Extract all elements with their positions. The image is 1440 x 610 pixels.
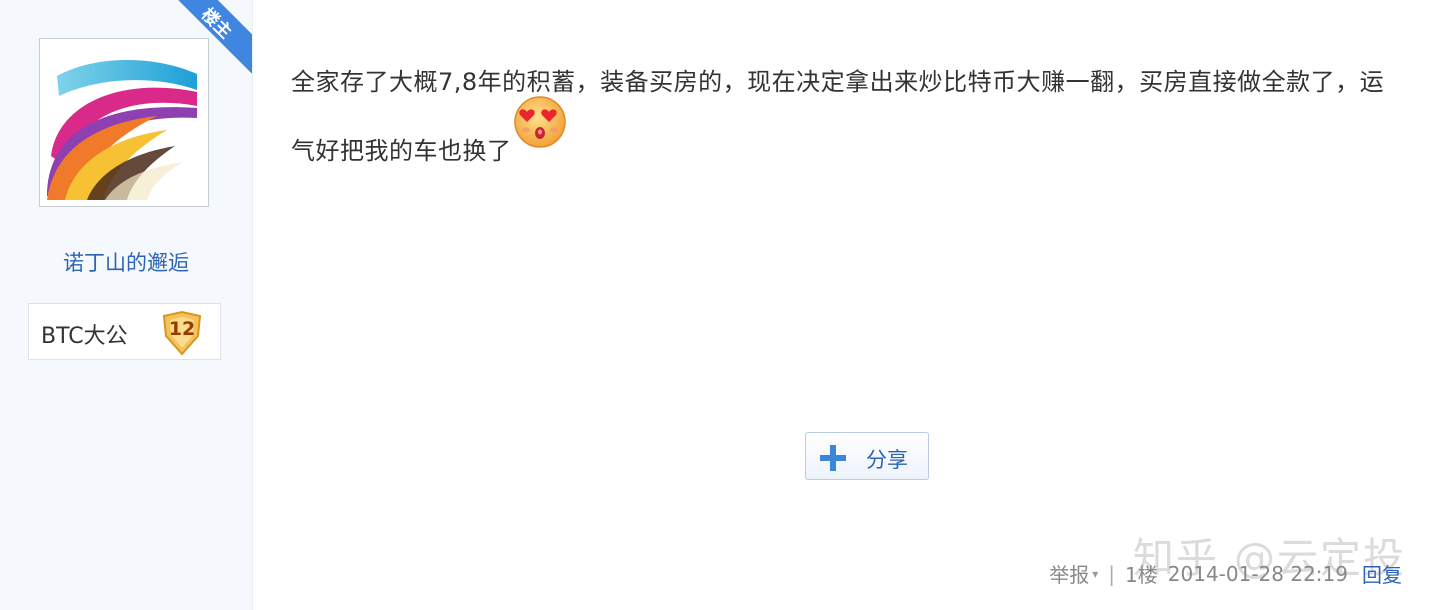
report-link[interactable]: 举报 bbox=[1049, 559, 1089, 588]
share-button[interactable]: 分享 bbox=[805, 432, 929, 480]
level-badge-box: BTC大公 12 bbox=[28, 303, 221, 360]
post-footer: 举报 ▾ | 1楼 2014-01-28 22:19 回复 bbox=[1049, 559, 1402, 588]
author-username-link[interactable]: 诺丁山的邂逅 bbox=[0, 247, 252, 277]
post-text: 全家存了大概7,8年的积蓄，装备买房的，现在决定拿出来炒比特币大赚一翻，买房直接… bbox=[291, 68, 1385, 165]
reply-link[interactable]: 回复 bbox=[1362, 559, 1402, 588]
footer-separator: | bbox=[1108, 561, 1116, 586]
floor-owner-label: 楼主 bbox=[197, 4, 236, 43]
post-content: 全家存了大概7,8年的积蓄，装备买房的，现在决定拿出来炒比特币大赚一翻，买房直接… bbox=[291, 48, 1406, 186]
level-number: 12 bbox=[168, 318, 196, 340]
post-timestamp: 2014-01-28 22:19 bbox=[1167, 561, 1348, 586]
heart-eyes-kiss-emoji-icon bbox=[512, 92, 568, 175]
avatar[interactable] bbox=[39, 38, 209, 207]
floor-number: 1楼 bbox=[1125, 563, 1158, 587]
avatar-image bbox=[47, 46, 201, 200]
share-label: 分享 bbox=[866, 448, 908, 472]
plus-icon bbox=[820, 445, 846, 471]
level-name: BTC大公 bbox=[41, 324, 128, 349]
author-sidebar: 楼主 诺丁山的邂逅 BTC大公 12 bbox=[0, 0, 253, 610]
chevron-down-icon[interactable]: ▾ bbox=[1092, 567, 1098, 581]
